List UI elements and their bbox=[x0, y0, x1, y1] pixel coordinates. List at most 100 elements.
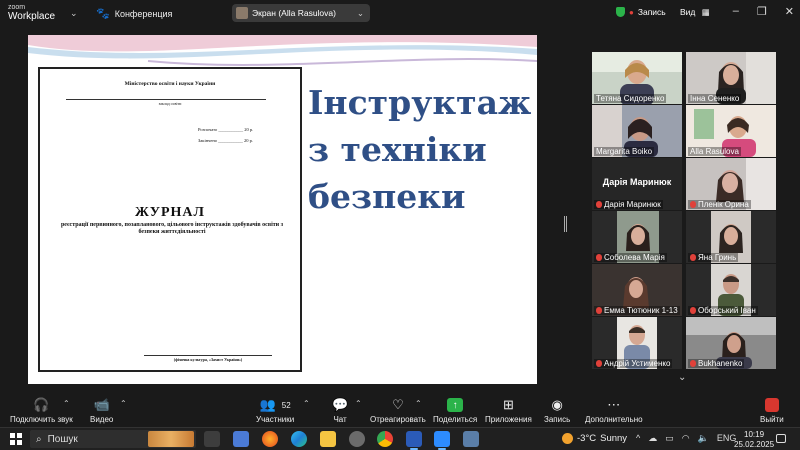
participant-name: Alla Rasulova bbox=[688, 147, 741, 156]
settings-icon[interactable] bbox=[349, 431, 365, 447]
participant-tile[interactable]: Соболева Марія bbox=[592, 211, 682, 263]
chevron-down-icon[interactable]: ⌄ bbox=[70, 8, 78, 19]
journal-ministry: Міністерство освіти і науки України bbox=[124, 81, 216, 87]
task-view-icon[interactable] bbox=[204, 431, 220, 447]
clock[interactable]: 10:19 25.02.2025 bbox=[734, 430, 774, 450]
chrome-icon[interactable] bbox=[377, 431, 393, 447]
participant-name: Оборський Іван bbox=[688, 306, 758, 315]
zoom-icon[interactable] bbox=[434, 431, 450, 450]
name-text: Яна Гринь bbox=[698, 253, 737, 262]
zoom-logo[interactable]: zoom Workplace bbox=[8, 3, 55, 22]
apps-button[interactable]: ⊞ Приложения bbox=[485, 397, 532, 424]
participants-button[interactable]: 👥 52 Участники bbox=[256, 397, 294, 424]
participant-name: Інна Сененко bbox=[688, 94, 742, 103]
participant-tile[interactable]: Інна Сененко bbox=[686, 52, 776, 104]
taskbar-search[interactable]: ⌕ Пошук bbox=[30, 430, 196, 448]
record-dot-icon: ● bbox=[629, 7, 634, 17]
volume-icon[interactable]: 🔈 bbox=[698, 433, 709, 444]
name-text: Інна Сененко bbox=[690, 94, 740, 103]
journal-finished: Закінчено ___________ 20 р. bbox=[198, 138, 254, 143]
name-text: Соболева Марія bbox=[604, 253, 665, 262]
more-button[interactable]: ⋯ Дополнительно bbox=[585, 397, 643, 424]
file-explorer-icon[interactable] bbox=[320, 431, 336, 447]
conference-menu[interactable]: 🐾 Конференция bbox=[96, 7, 172, 20]
participant-tile[interactable]: Bukhanenko bbox=[686, 317, 776, 369]
started-label: Розпочато bbox=[198, 127, 218, 132]
chat-button[interactable]: 💬 Чат bbox=[332, 397, 348, 424]
weather-widget[interactable]: -3°C Sunny bbox=[562, 433, 627, 444]
name-text: Тетяна Сидоренко bbox=[596, 94, 665, 103]
record-indicator[interactable]: ● Запись bbox=[616, 7, 666, 17]
windows-start-icon[interactable] bbox=[10, 433, 22, 445]
journal-started: Розпочато ___________ 20 р. bbox=[198, 127, 254, 132]
participant-tile[interactable]: Тетяна Сидоренко bbox=[592, 52, 682, 104]
search-icon: ⌕ bbox=[36, 433, 42, 445]
chevron-up-icon[interactable]: ⌃ bbox=[120, 399, 127, 408]
splitter-handle[interactable] bbox=[564, 216, 567, 232]
edge-icon[interactable] bbox=[291, 431, 307, 447]
participant-name: Емма Тютюник 1-13 bbox=[594, 306, 680, 315]
chevron-up-icon[interactable]: ⌃ bbox=[355, 399, 362, 408]
name-text: Андрій Устименко bbox=[604, 359, 671, 368]
participant-tile[interactable]: Яна Гринь bbox=[686, 211, 776, 263]
participant-tile[interactable]: Margarita Boiko bbox=[592, 105, 682, 157]
participant-tile[interactable]: Alla Rasulova bbox=[686, 105, 776, 157]
record-icon: ◉ bbox=[551, 397, 563, 412]
chevron-up-icon[interactable]: ⌃ bbox=[63, 399, 70, 408]
chevron-up-icon[interactable]: ⌃ bbox=[303, 399, 310, 408]
participant-tile[interactable]: Пленік Орина bbox=[686, 158, 776, 210]
participant-tile[interactable]: Оборський Іван bbox=[686, 264, 776, 316]
participant-tile[interactable]: Дарія Маринюк Дарія Маринюк bbox=[592, 158, 682, 210]
button-label: Поделиться bbox=[433, 415, 478, 424]
battery-icon[interactable]: ▭ bbox=[665, 433, 674, 444]
name-text: Alla Rasulova bbox=[690, 147, 739, 156]
maximize-icon[interactable]: ❐ bbox=[757, 5, 767, 18]
exit-button[interactable]: Выйти bbox=[760, 397, 784, 424]
journal-title: ЖУРНАЛ bbox=[135, 205, 205, 220]
mic-muted-icon bbox=[690, 201, 696, 208]
app-icon[interactable] bbox=[463, 431, 479, 447]
screen-share-pill[interactable]: Экран (Alla Rasulova) ⌄ bbox=[232, 4, 370, 22]
record-button[interactable]: ◉ Запись bbox=[544, 397, 570, 424]
button-label: Подключить звук bbox=[10, 415, 73, 424]
button-label: Выйти bbox=[760, 415, 784, 424]
notification-icon[interactable] bbox=[776, 434, 786, 443]
participant-tile[interactable]: Емма Тютюник 1-13 bbox=[592, 264, 682, 316]
word-icon[interactable] bbox=[406, 431, 422, 450]
avatar bbox=[236, 7, 248, 19]
cloud-icon[interactable]: ☁ bbox=[648, 433, 657, 444]
firefox-icon[interactable] bbox=[262, 431, 278, 447]
heart-icon: ♡ bbox=[392, 397, 404, 412]
chevron-up-icon[interactable]: ^ bbox=[636, 433, 640, 444]
button-label: Дополнительно bbox=[585, 415, 643, 424]
button-label: Чат bbox=[333, 415, 347, 424]
name-text: Bukhanenko bbox=[698, 359, 743, 368]
system-tray: ^ ☁ ▭ ◠ 🔈 ENG bbox=[636, 433, 736, 444]
search-highlight-image bbox=[148, 431, 194, 447]
mic-muted-icon bbox=[690, 360, 696, 367]
wifi-icon[interactable]: ◠ bbox=[682, 433, 690, 444]
screen-label: Экран (Alla Rasulova) bbox=[252, 8, 336, 18]
participant-tile[interactable]: Андрій Устименко bbox=[592, 317, 682, 369]
meeting-toolbar: 🎧 Подключить звук ⌃ 📹 Видео ⌃ 👥 52 Участн… bbox=[0, 391, 800, 427]
mic-muted-icon bbox=[596, 254, 602, 261]
shared-screen[interactable]: Міністерство освіти і науки України закл… bbox=[28, 35, 537, 384]
chevron-down-icon[interactable]: ⌄ bbox=[678, 372, 686, 383]
store-icon[interactable] bbox=[233, 431, 249, 447]
window-controls: – ❐ ✕ bbox=[733, 5, 794, 18]
video-button[interactable]: 📹 Видео bbox=[90, 397, 113, 424]
chevron-up-icon[interactable]: ⌃ bbox=[415, 399, 422, 408]
view-menu[interactable]: Вид ▦ bbox=[680, 7, 710, 18]
name-text: Емма Тютюник 1-13 bbox=[604, 306, 678, 315]
heading-line: з техніки bbox=[308, 130, 487, 169]
close-icon[interactable]: ✕ bbox=[785, 5, 794, 18]
shield-icon bbox=[616, 7, 625, 17]
share-button[interactable]: ↑ Поделиться bbox=[433, 397, 477, 424]
journal-cover: Міністерство освіти і науки України закл… bbox=[38, 67, 302, 372]
journal-institution: заклад освіти bbox=[158, 101, 182, 106]
slide-heading: Інструктаж з техніки безпеки bbox=[308, 79, 531, 220]
name-text: Оборський Іван bbox=[698, 306, 756, 315]
minimize-icon[interactable]: – bbox=[733, 5, 739, 18]
apps-icon: ⊞ bbox=[502, 397, 514, 412]
button-label: Отреагировать bbox=[370, 415, 426, 424]
